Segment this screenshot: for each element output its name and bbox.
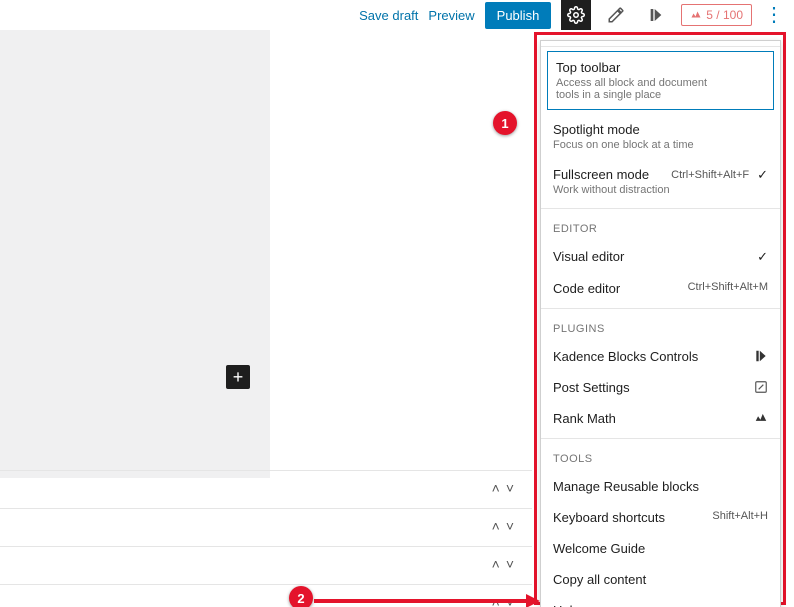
chevron-up-icon[interactable]: ˄ <box>492 556 500 572</box>
callout-bubble-2: 2 <box>289 586 313 607</box>
table-row[interactable]: ˄˅ <box>0 508 532 546</box>
chevron-down-icon[interactable]: ˅ <box>506 518 514 534</box>
editor-top-toolbar: Save draft Preview Publish 5 / 100 ⋮ <box>0 0 794 30</box>
external-link-icon: ↗ <box>757 603 768 607</box>
group-label-plugins: PLUGINS <box>541 313 780 341</box>
menu-item-keyboard-shortcuts[interactable]: Keyboard shortcuts Shift+Alt+H <box>541 502 780 533</box>
kadence-icon[interactable] <box>641 0 671 30</box>
menu-item-shortcut: Ctrl+Shift+Alt+M <box>688 281 768 293</box>
menu-item-label: Keyboard shortcuts <box>553 510 665 525</box>
menu-item-desc: Focus on one block at a time <box>553 139 694 151</box>
chevron-down-icon[interactable]: ˅ <box>506 556 514 572</box>
menu-item-label: Top toolbar <box>556 60 726 75</box>
add-block-button[interactable]: + <box>226 365 250 389</box>
menu-item-post-settings[interactable]: Post Settings <box>541 372 780 403</box>
settings-gear-icon[interactable] <box>561 0 591 30</box>
menu-item-rank-math[interactable]: Rank Math <box>541 403 780 434</box>
menu-item-desc: Access all block and document tools in a… <box>556 77 726 101</box>
menu-item-welcome-guide[interactable]: Welcome Guide <box>541 533 780 564</box>
save-draft-link[interactable]: Save draft <box>359 8 418 23</box>
menu-top-edge <box>541 41 780 47</box>
menu-item-label: Visual editor <box>553 249 624 264</box>
rank-math-icon <box>754 411 768 425</box>
menu-item-shortcut: Ctrl+Shift+Alt+F <box>671 169 749 181</box>
menu-item-label: Manage Reusable blocks <box>553 479 699 494</box>
menu-item-label: Welcome Guide <box>553 541 645 556</box>
menu-item-label: Code editor <box>553 281 620 296</box>
menu-item-label: Kadence Blocks Controls <box>553 349 698 364</box>
chevron-up-icon[interactable]: ˄ <box>492 518 500 534</box>
menu-item-code-editor[interactable]: Code editor Ctrl+Shift+Alt+M <box>541 273 780 304</box>
group-label-editor: EDITOR <box>541 213 780 241</box>
table-row[interactable]: ˄˅ <box>0 470 532 508</box>
check-icon <box>757 167 768 183</box>
check-icon <box>757 249 768 265</box>
group-label-tools: TOOLS <box>541 443 780 471</box>
menu-item-label: Rank Math <box>553 411 616 426</box>
rank-math-seo-score[interactable]: 5 / 100 <box>681 4 752 26</box>
editor-canvas: + <box>0 30 532 500</box>
block-rows: ˄˅ ˄˅ ˄˅ ˄˅ <box>0 470 532 607</box>
menu-item-spotlight[interactable]: Spotlight mode Focus on one block at a t… <box>541 114 780 159</box>
menu-item-label: Help <box>553 603 580 607</box>
menu-item-desc: Work without distraction <box>553 184 670 196</box>
annotation-arrow <box>314 594 540 607</box>
preview-link[interactable]: Preview <box>428 8 474 23</box>
menu-item-label: Copy all content <box>553 572 646 587</box>
edit-icon[interactable] <box>601 0 631 30</box>
chevron-down-icon[interactable]: ˅ <box>506 480 514 496</box>
menu-item-help[interactable]: Help ↗ <box>541 595 780 607</box>
more-options-icon[interactable]: ⋮ <box>762 5 786 25</box>
options-dropdown-menu: Top toolbar Access all block and documen… <box>540 40 781 607</box>
menu-item-copy-all[interactable]: Copy all content <box>541 564 780 595</box>
menu-item-top-toolbar[interactable]: Top toolbar Access all block and documen… <box>547 51 774 110</box>
publish-button[interactable]: Publish <box>485 2 552 29</box>
chevron-up-icon[interactable]: ˄ <box>492 480 500 496</box>
page-background <box>0 30 270 478</box>
menu-item-kadence[interactable]: Kadence Blocks Controls <box>541 341 780 372</box>
callout-bubble-1: 1 <box>493 111 517 135</box>
table-row[interactable]: ˄˅ <box>0 546 532 584</box>
menu-item-label: Fullscreen mode <box>553 167 670 182</box>
menu-item-reusable-blocks[interactable]: Manage Reusable blocks <box>541 471 780 502</box>
seo-score-text: 5 / 100 <box>706 8 743 22</box>
menu-item-label: Spotlight mode <box>553 122 694 137</box>
menu-item-fullscreen[interactable]: Fullscreen mode Work without distraction… <box>541 159 780 204</box>
edit-icon <box>754 380 768 394</box>
menu-item-shortcut: Shift+Alt+H <box>712 510 768 522</box>
menu-item-label: Post Settings <box>553 380 630 395</box>
kadence-icon <box>754 349 768 363</box>
menu-item-visual-editor[interactable]: Visual editor <box>541 241 780 273</box>
